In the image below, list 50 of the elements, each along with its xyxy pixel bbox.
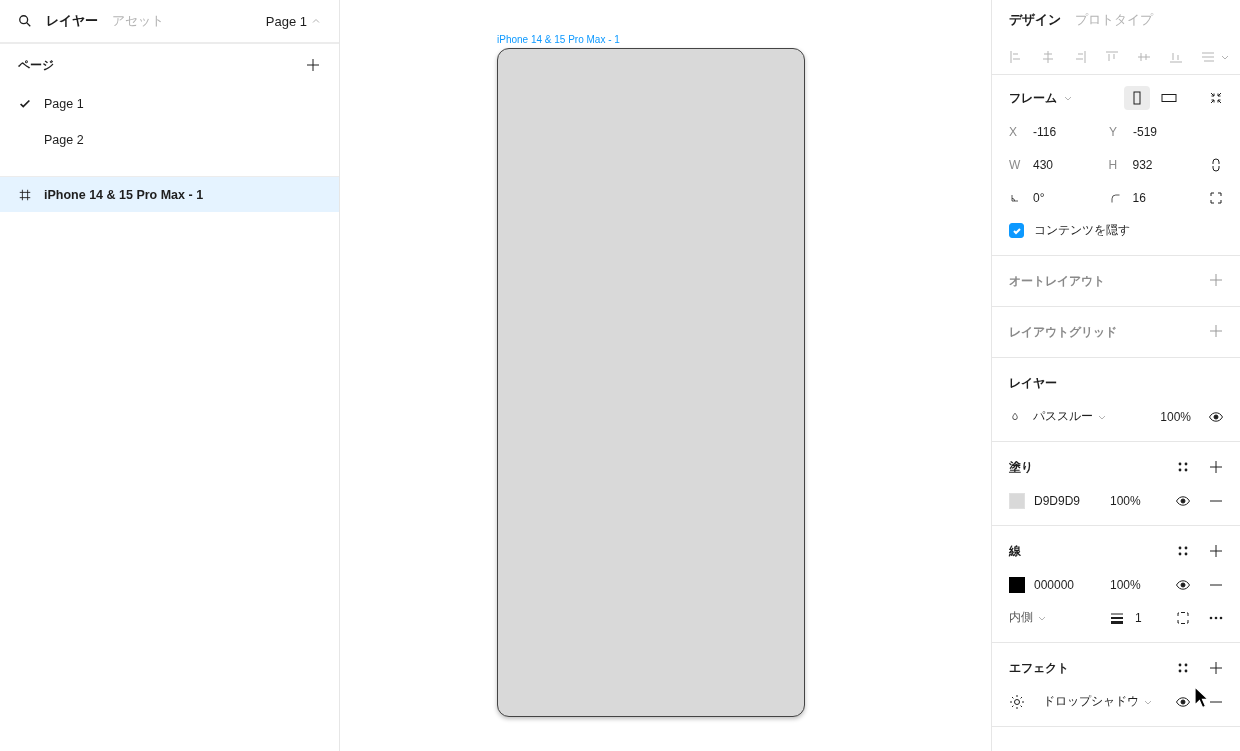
frame-icon[interactable] xyxy=(18,187,32,202)
field-label: X xyxy=(1009,124,1018,139)
opacity-value[interactable]: 100% xyxy=(1110,493,1141,508)
opacity-value[interactable]: 100% xyxy=(1160,409,1191,424)
stroke-sides-icon[interactable] xyxy=(1175,609,1191,626)
panel-tab[interactable]: デザイン xyxy=(1009,11,1061,29)
field-label: Y xyxy=(1109,124,1118,139)
hex-value[interactable]: D9D9D9 xyxy=(1034,493,1110,508)
layer-row[interactable]: iPhone 14 & 15 Pro Max - 1 xyxy=(0,177,339,212)
portrait-button[interactable] xyxy=(1124,86,1150,110)
corners-icon[interactable] xyxy=(1208,189,1224,206)
pages-heading: ページ xyxy=(18,56,54,74)
add-icon[interactable] xyxy=(1208,660,1224,676)
field-label: W xyxy=(1009,157,1021,172)
stroke-position-dropdown[interactable]: 内側 xyxy=(1009,609,1085,626)
section-title[interactable]: フレーム xyxy=(1009,89,1057,107)
clip-content-checkbox[interactable] xyxy=(1009,223,1024,238)
field-value[interactable]: 16 xyxy=(1132,190,1146,205)
page-item[interactable]: Page 1 xyxy=(44,97,84,111)
corner-radius-icon[interactable] xyxy=(1108,191,1121,204)
effect-type-dropdown[interactable]: ドロップシャドウ xyxy=(1043,693,1153,710)
checkbox-label[interactable]: コンテンツを隠す xyxy=(1034,222,1130,239)
blend-mode-dropdown[interactable]: パススルー xyxy=(1033,408,1107,425)
add-icon[interactable] xyxy=(305,57,321,73)
field-value[interactable]: 430 xyxy=(1033,157,1054,172)
color-swatch[interactable] xyxy=(1009,576,1025,593)
field-value[interactable]: 0° xyxy=(1033,190,1045,205)
field-label: H xyxy=(1108,157,1119,172)
field-value[interactable]: -519 xyxy=(1133,124,1158,139)
page-item[interactable]: Page 2 xyxy=(44,133,84,147)
opacity-value[interactable]: 100% xyxy=(1110,577,1141,592)
page-switcher[interactable]: Page 1 xyxy=(265,13,321,29)
field-value[interactable]: -116 xyxy=(1033,124,1057,139)
add-icon[interactable] xyxy=(1208,459,1224,475)
panel-tab[interactable]: レイヤー xyxy=(46,12,98,30)
section-title: 塗り xyxy=(1009,458,1033,476)
field-value[interactable]: 932 xyxy=(1132,157,1153,172)
shrink-icon[interactable] xyxy=(1208,90,1224,106)
section-title: 線 xyxy=(1009,542,1021,560)
hex-value[interactable]: 000000 xyxy=(1034,577,1110,592)
stroke-weight-value[interactable]: 1 xyxy=(1135,610,1142,625)
section-title: レイヤー xyxy=(1009,374,1057,392)
section-title: エフェクト xyxy=(1009,659,1069,677)
search-icon[interactable] xyxy=(18,14,32,28)
blend-drop-icon[interactable] xyxy=(1009,410,1021,423)
add-icon[interactable] xyxy=(1208,543,1224,559)
sun-icon[interactable] xyxy=(1009,693,1025,710)
align-center-icon[interactable] xyxy=(1040,49,1056,65)
cursor-icon xyxy=(1194,686,1210,710)
checkmark-icon xyxy=(1011,225,1022,236)
